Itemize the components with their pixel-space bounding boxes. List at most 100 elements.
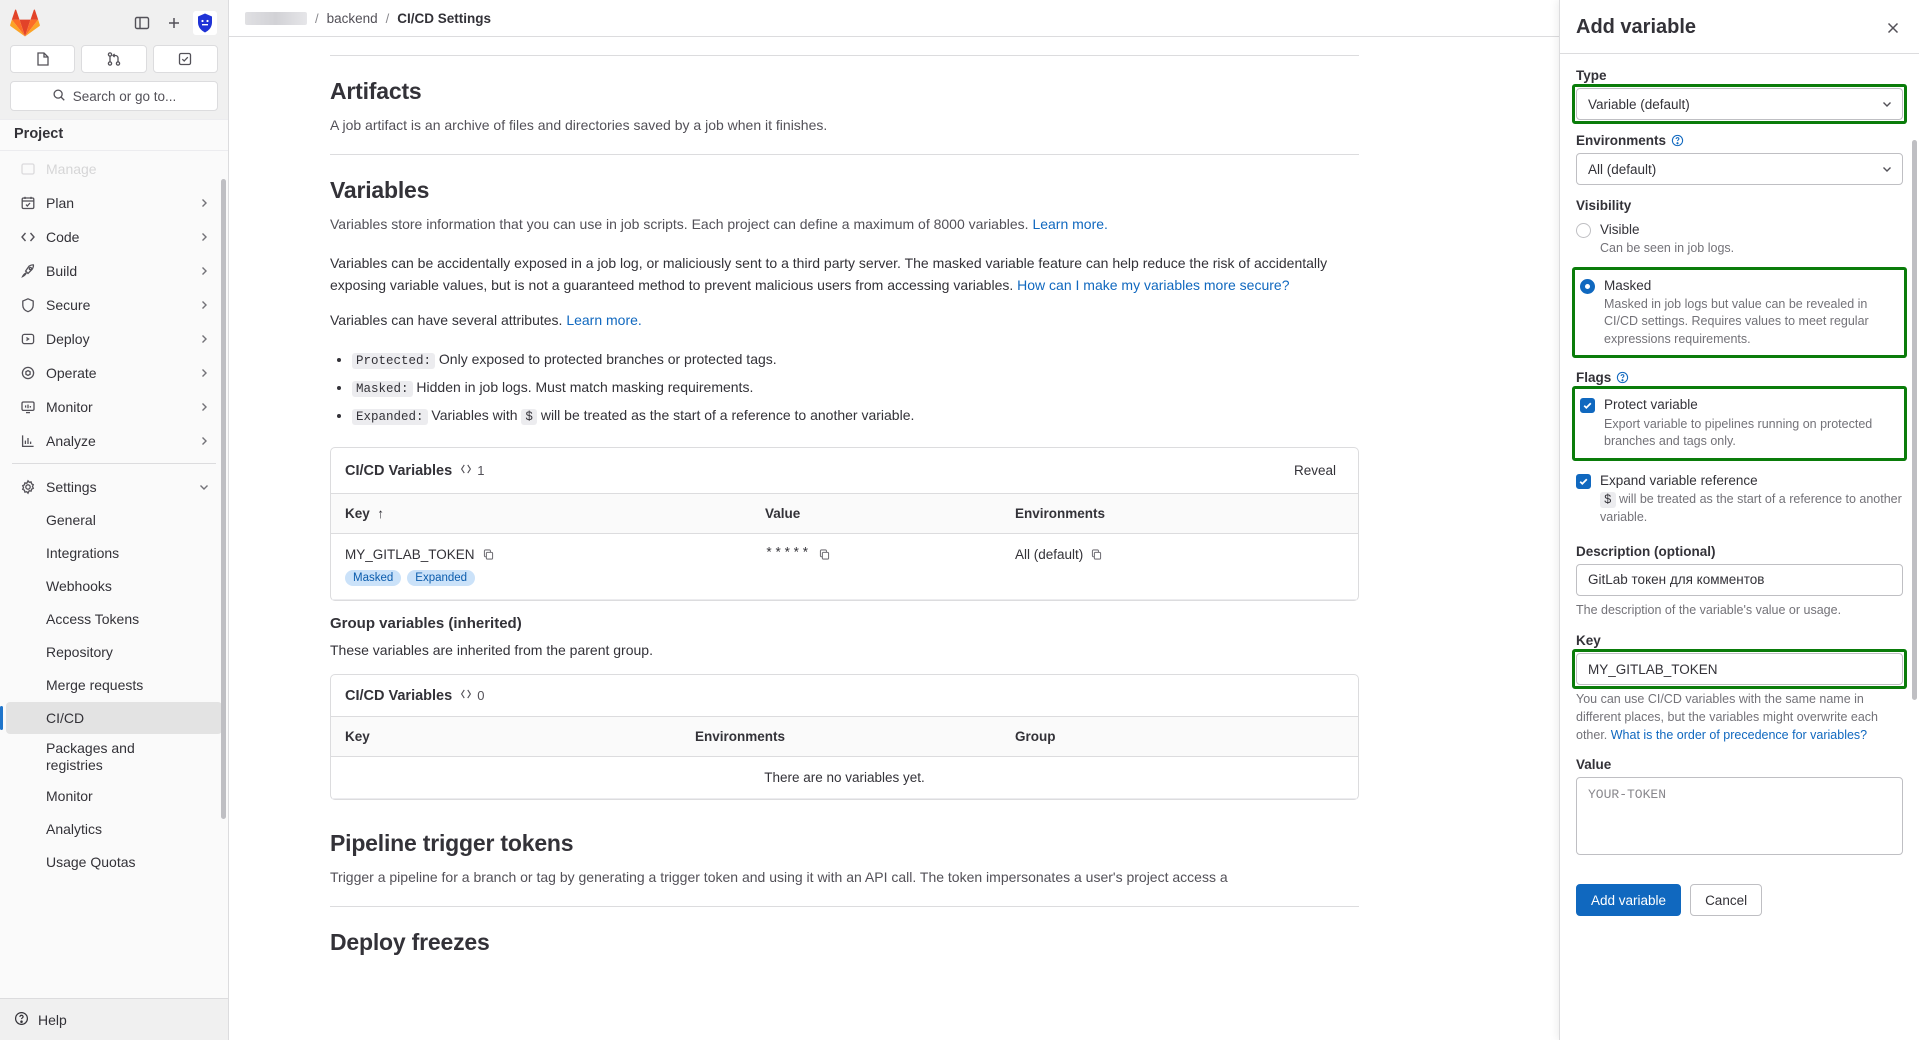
value-textarea[interactable] [1576,777,1903,856]
radio-visible[interactable]: Visible Can be seen in job logs. [1576,218,1903,261]
drawer-scrollbar[interactable] [1912,140,1917,700]
type-select-wrapper: Variable (default) [1572,84,1907,124]
close-icon[interactable] [1883,18,1903,38]
cancel-button[interactable]: Cancel [1690,884,1763,917]
sidebar-item-access-tokens[interactable]: Access Tokens [6,603,222,635]
type-selected-value: Variable (default) [1588,96,1690,112]
sidebar-item-label: Deploy [46,330,90,347]
field-environments: Environments All (default) [1576,133,1903,185]
sidebar-item-monitor[interactable]: Monitor [6,390,222,423]
question-circle-icon[interactable] [1671,134,1684,147]
copy-icon[interactable] [482,548,495,561]
sidebar-item-label: Code [46,228,80,245]
gear-icon [20,479,36,495]
question-circle-icon[interactable] [1616,371,1629,384]
sidebar-item-deploy[interactable]: Deploy [6,322,222,355]
breadcrumb-separator: / [315,10,319,26]
sidebar-item-manage[interactable]: Manage [6,152,222,185]
sidebar-item-analytics[interactable]: Analytics [6,813,222,845]
variable-badges: Masked Expanded [345,570,737,587]
chevron-right-icon [198,265,210,277]
sidebar-item-label: Secure [46,296,91,313]
sidebar-item-general[interactable]: General [6,504,222,536]
sidebar-item-plan[interactable]: Plan [6,186,222,219]
column-header-group[interactable]: Group [1001,717,1358,758]
drawer-title: Add variable [1576,16,1697,38]
column-key-label: Key [345,506,370,522]
sidebar-item-integrations[interactable]: Integrations [6,537,222,569]
variable-environment: All (default) [1015,547,1084,563]
quick-tile-merge-requests[interactable] [81,45,147,73]
sidebar-item-code[interactable]: Code [6,220,222,253]
gitlab-logo-icon[interactable] [10,8,40,38]
radio-masked-input[interactable] [1580,278,1595,294]
sidebar-item-packages-and-registries[interactable]: Packages and registries [6,735,222,779]
environments-select[interactable]: All (default) [1576,153,1903,185]
quick-tile-issues[interactable] [10,45,76,73]
sidebar-item-analyze[interactable]: Analyze [6,424,222,457]
cloud-icon [20,365,36,381]
copy-icon[interactable] [818,548,831,561]
sidebar-toggle-icon[interactable] [128,9,156,37]
sidebar-item-label: Monitor [46,398,93,415]
reveal-values-button[interactable]: Reveal [1286,460,1344,481]
column-header-value[interactable]: Value [751,494,1001,535]
column-header-key[interactable]: Key ↑ [331,494,751,535]
sidebar-item-operate[interactable]: Operate [6,356,222,389]
secure-variables-link[interactable]: How can I make my variables more secure? [1017,277,1289,293]
breadcrumb-redacted-group[interactable] [245,11,307,25]
sidebar-item-settings[interactable]: Settings [6,470,222,503]
checkbox-protect-variable-input[interactable] [1580,398,1595,414]
add-variable-submit-button[interactable]: Add variable [1576,884,1682,917]
column-header-environments[interactable]: Environments [1001,494,1358,535]
table-body: There are no variables yet. [331,756,1358,800]
sidebar-item-webhooks[interactable]: Webhooks [6,570,222,602]
radio-masked-desc: Masked in job logs but value can be reve… [1604,296,1869,346]
column-header-key[interactable]: Key [331,717,681,758]
sidebar-item-cicd[interactable]: CI/CD [0,702,222,734]
quick-tile-todos[interactable] [152,45,218,73]
add-variable-drawer: Add variable Type Variable (default) Env… [1559,0,1919,1040]
variable-key-wrap: MY_GITLAB_TOKEN [345,547,737,562]
deploy-freezes-heading: Deploy freezes [330,929,490,956]
checkbox-protect-variable[interactable]: Protect variable Export variable to pipe… [1572,386,1907,461]
sidebar-item-merge-requests[interactable]: Merge requests [6,669,222,701]
key-hint: You can use CI/CD variables with the sam… [1576,690,1903,744]
checkbox-expand-input[interactable] [1576,473,1591,489]
search-placeholder: Search or go to... [72,88,177,104]
cicd-variables-card: CI/CD Variables 1 Reveal Key ↑ Value Env… [330,447,1359,602]
field-type: Type Variable (default) [1572,68,1907,124]
precedence-link[interactable]: What is the order of precedence for vari… [1611,728,1867,742]
sidebar-item-usage-quotas[interactable]: Usage Quotas [6,846,222,878]
learn-more-link[interactable]: Learn more. [1032,216,1107,232]
sidebar-item-build[interactable]: Build [6,254,222,287]
type-select[interactable]: Variable (default) [1576,88,1903,120]
flags-label: Flags [1576,370,1612,386]
breadcrumb-project[interactable]: backend [327,11,378,26]
attributes-learn-more-link[interactable]: Learn more. [566,312,641,328]
sidebar-scrollbar[interactable] [221,179,226,819]
table-header: Key ↑ Value Environments [331,494,1358,535]
table-header: Key Environments Group [331,717,1358,758]
checkbox-expand-variable-reference[interactable]: Expand variable reference $ will be trea… [1576,469,1903,530]
copy-icon[interactable] [1090,548,1103,561]
field-value: Value [1576,757,1903,860]
key-input[interactable] [1576,653,1903,685]
radio-masked[interactable]: Masked Masked in job logs but value can … [1572,266,1907,359]
user-avatar-icon[interactable] [192,10,218,36]
search-input[interactable]: Search or go to... [10,81,218,111]
cicd-variables-title: CI/CD Variables [345,462,453,479]
radio-visible-text: Visible Can be seen in job logs. [1600,221,1903,258]
sidebar-item-repository[interactable]: Repository [6,636,222,668]
radio-visible-input[interactable] [1576,223,1591,238]
column-header-environments[interactable]: Environments [681,717,1001,758]
sidebar-subitem-label: Webhooks [46,578,112,594]
help-button[interactable]: Help [14,1011,67,1029]
description-input[interactable] [1576,563,1903,596]
drawer-header: Add variable [1560,0,1919,54]
plus-icon[interactable] [160,9,188,37]
sidebar-item-secure[interactable]: Secure [6,288,222,321]
sidebar-item-monitor-settings[interactable]: Monitor [6,780,222,812]
rocket-icon [20,263,36,279]
variables-paragraph-1: Variables store information that you can… [330,214,1359,235]
